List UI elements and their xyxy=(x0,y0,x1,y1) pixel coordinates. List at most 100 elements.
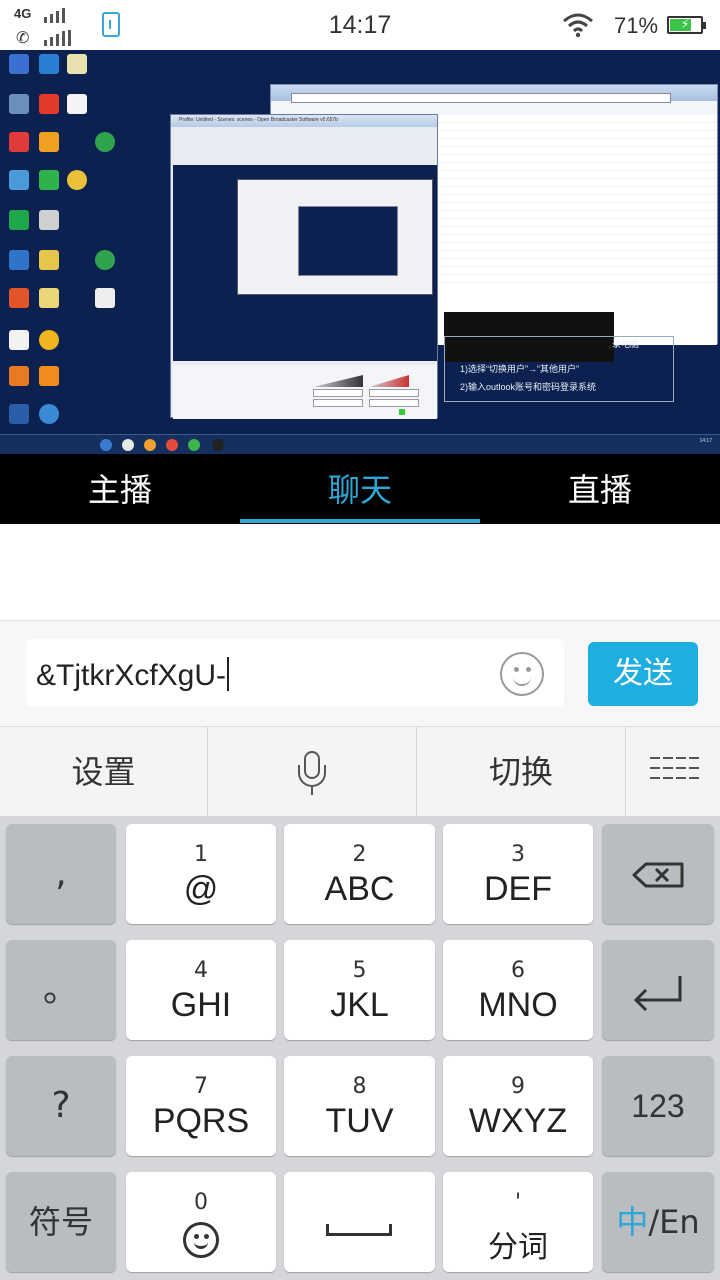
active-tab-indicator xyxy=(240,519,480,523)
obs-preview xyxy=(173,165,437,361)
ime-settings-button[interactable]: 设置 xyxy=(0,727,207,817)
key-123[interactable]: 123 xyxy=(602,1056,714,1156)
key-letters: JKL xyxy=(330,986,389,1024)
charging-icon: ⚡ xyxy=(681,17,690,31)
key-space[interactable] xyxy=(284,1172,435,1272)
emoji-icon[interactable] xyxy=(500,652,544,696)
file-row xyxy=(437,179,717,187)
key-3[interactable]: 3 DEF xyxy=(443,824,593,924)
space-icon xyxy=(326,1224,392,1236)
desktop-icon xyxy=(90,132,120,152)
emoji-eye xyxy=(514,667,519,672)
slide-text-2: 2)输入outlook账号和密码登录系统 xyxy=(460,382,597,392)
microphone-icon xyxy=(296,751,328,795)
key-4[interactable]: 4 GHI xyxy=(126,940,276,1040)
desktop-icon xyxy=(4,170,34,190)
taskbar-icon xyxy=(144,439,156,451)
key-9[interactable]: 9 WXYZ xyxy=(443,1056,593,1156)
desktop-icon xyxy=(34,170,64,190)
key-backspace[interactable] xyxy=(602,824,714,924)
key-enter[interactable] xyxy=(602,940,714,1040)
mic-cup xyxy=(298,765,326,787)
key-symbols[interactable]: 符号 xyxy=(6,1172,116,1272)
file-row xyxy=(437,147,717,155)
key-1[interactable]: 1 @ xyxy=(126,824,276,924)
key-letters: PQRS xyxy=(152,1102,250,1140)
file-row xyxy=(437,211,717,219)
lang-zh: 中 xyxy=(616,1203,649,1241)
key-5[interactable]: 5 JKL xyxy=(284,940,435,1040)
obs-nested-window xyxy=(237,179,433,295)
send-button[interactable]: 发送 xyxy=(588,642,698,706)
keyboard-layout-icon xyxy=(650,757,700,787)
key-7[interactable]: 7 PQRS xyxy=(126,1056,276,1156)
ime-switch-button[interactable]: 切换 xyxy=(417,727,625,817)
menu-line xyxy=(650,777,700,779)
battery-percent: 71% xyxy=(614,13,659,38)
chat-input-value: &TjtkrXcfXgU- xyxy=(36,659,227,692)
key-letters: @ xyxy=(183,870,219,908)
desktop-icon xyxy=(34,366,64,386)
tab-live[interactable]: 直播 xyxy=(480,454,720,524)
file-row xyxy=(437,171,717,179)
file-row xyxy=(437,123,717,131)
key-segment[interactable]: ' 分词 xyxy=(443,1172,593,1272)
desktop-icon xyxy=(4,366,34,386)
file-row xyxy=(437,251,717,259)
obs-button xyxy=(369,399,419,407)
menu-line xyxy=(650,757,700,759)
taskbar-icon xyxy=(100,439,112,451)
desktop-icon xyxy=(90,250,120,270)
desktop-icon xyxy=(4,210,34,230)
file-row xyxy=(437,227,717,235)
desktop-icon xyxy=(4,94,34,114)
key-number: 8 xyxy=(352,1074,367,1099)
chat-input[interactable]: &TjtkrXcfXgU- xyxy=(26,639,564,707)
tab-chat[interactable]: 聊天 xyxy=(240,454,480,524)
backspace-icon xyxy=(632,862,684,888)
key-label: , xyxy=(55,853,67,894)
key-letters: GHI xyxy=(170,986,232,1024)
key-lang-switch[interactable]: 中/En xyxy=(602,1172,714,1272)
chat-input-bar: &TjtkrXcfXgU- 发送 xyxy=(0,620,720,726)
key-number: 7 xyxy=(194,1074,208,1099)
key-number: 5 xyxy=(352,958,367,983)
taskbar-icon xyxy=(166,439,178,451)
taskbar-clock: 14:17 xyxy=(699,438,712,444)
emoji-mouth xyxy=(194,1241,208,1249)
desktop-icon xyxy=(4,288,34,308)
obs-window: Profile: Untitled - Scenes: scenes - Ope… xyxy=(170,114,438,419)
key-number: 0 xyxy=(194,1190,208,1215)
obs-nested-preview xyxy=(298,206,398,276)
key-question[interactable]: ? xyxy=(6,1056,116,1156)
tab-anchor[interactable]: 主播 xyxy=(0,454,240,524)
key-0-emoji[interactable]: 0 xyxy=(126,1172,276,1272)
clock: 14:17 xyxy=(328,11,392,39)
obs-button xyxy=(369,389,419,397)
key-letters: DEF xyxy=(484,870,552,908)
desktop-icon xyxy=(62,170,92,190)
menu-line xyxy=(650,767,700,769)
chat-messages xyxy=(0,524,720,620)
slide-text-1: 1)选择“切换用户”→“其他用户” xyxy=(460,364,579,374)
obs-controls xyxy=(173,365,437,419)
desktop-icon xyxy=(34,330,64,350)
file-row xyxy=(437,115,717,123)
file-row xyxy=(437,259,717,267)
key-8[interactable]: 8 TUV xyxy=(284,1056,435,1156)
file-row xyxy=(437,163,717,171)
key-number: 6 xyxy=(511,958,525,983)
taskbar-icon xyxy=(122,439,134,451)
file-row xyxy=(437,267,717,275)
key-comma[interactable]: , xyxy=(6,824,116,924)
key-letters: TUV xyxy=(325,1102,394,1140)
desktop-icon xyxy=(34,132,64,152)
key-letters: 分词 xyxy=(488,1230,548,1265)
live-video[interactable]: 录电脑 1)选择“切换用户”→“其他用户” 2)输入outlook账号和密码登录… xyxy=(0,50,720,454)
key-number: 4 xyxy=(194,958,208,983)
key-2[interactable]: 2 ABC xyxy=(284,824,435,924)
desktop-icon xyxy=(34,210,64,230)
key-period[interactable]: 。 xyxy=(6,940,116,1040)
key-6[interactable]: 6 MNO xyxy=(443,940,593,1040)
file-row xyxy=(437,235,717,243)
